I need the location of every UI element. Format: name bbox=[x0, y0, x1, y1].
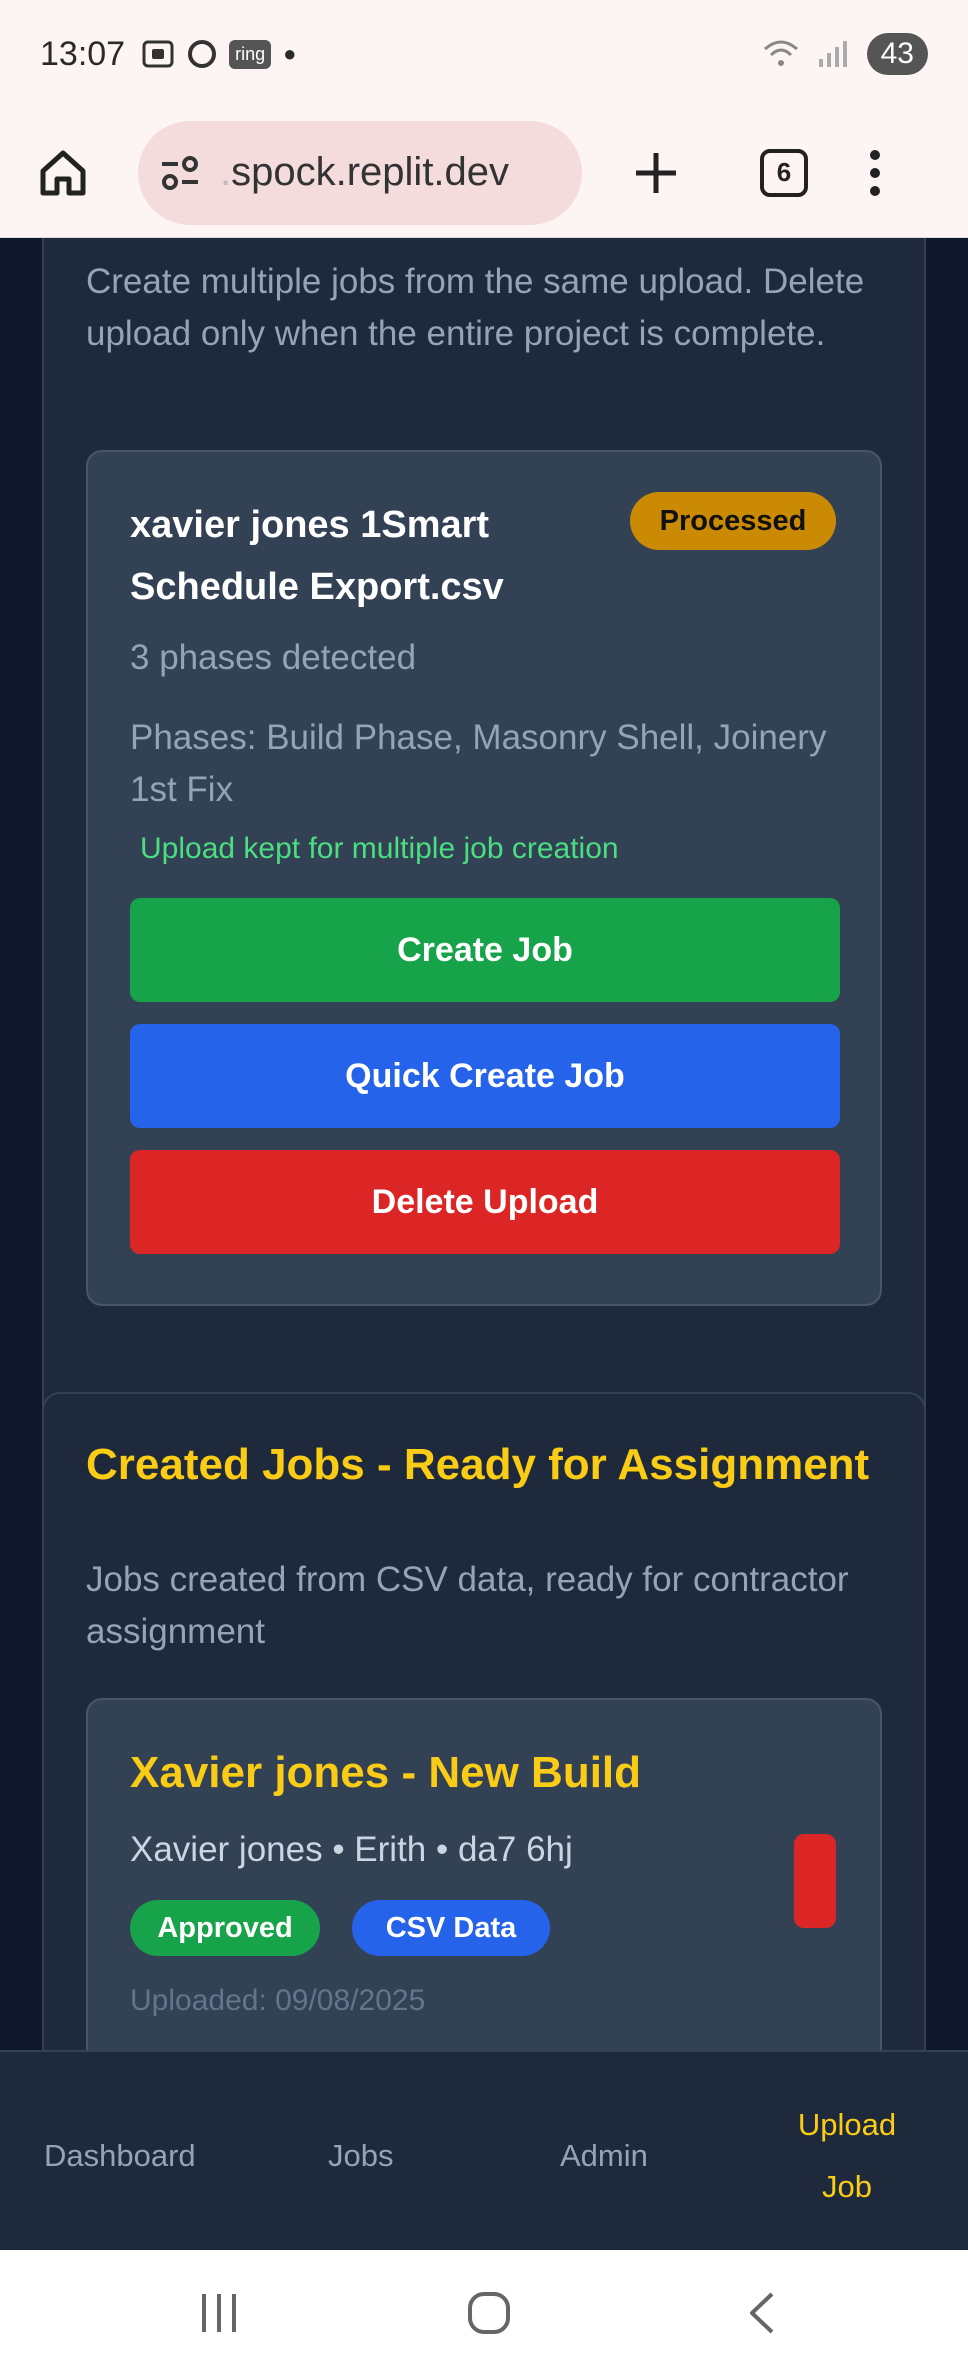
upload-kept-note: Upload kept for multiple job creation bbox=[140, 832, 619, 865]
approved-badge: Approved bbox=[130, 1900, 320, 1956]
browser-home-button[interactable] bbox=[28, 138, 98, 208]
phases-count: 3 phases detected bbox=[130, 638, 417, 677]
url-prefix: . bbox=[220, 150, 232, 194]
github-icon bbox=[187, 39, 217, 69]
delete-upload-button[interactable]: Delete Upload bbox=[130, 1150, 840, 1254]
address-bar[interactable]: .spock.replit.dev bbox=[138, 120, 582, 225]
app-bottom-nav: Dashboard Jobs Admin Upload Job bbox=[0, 2050, 968, 2250]
plus-icon bbox=[636, 152, 676, 193]
uploads-section: Create multiple jobs from the same uploa… bbox=[42, 238, 926, 1588]
upload-file-name: xavier jones 1Smart Schedule Export.csv bbox=[130, 504, 504, 608]
home-icon bbox=[40, 150, 86, 195]
job-delete-button[interactable] bbox=[794, 1834, 836, 1928]
wifi-icon bbox=[761, 37, 801, 71]
quick-create-job-button[interactable]: Quick Create Job bbox=[130, 1024, 840, 1128]
url-text[interactable]: .spock.replit.dev bbox=[220, 150, 509, 195]
phases-list: Phases: Build Phase, Masonry Shell, Join… bbox=[130, 718, 827, 809]
section-title: Created Jobs - Ready for Assignment bbox=[86, 1440, 870, 1489]
clock: 13:07 bbox=[40, 34, 126, 73]
nav-jobs[interactable]: Jobs bbox=[328, 2138, 393, 2174]
new-tab-button[interactable] bbox=[626, 143, 686, 203]
url-host: spock.replit.dev bbox=[231, 150, 510, 194]
notification-icons: ring ● bbox=[141, 39, 296, 69]
job-card[interactable]: Xavier jones - New Build Xavier jones • … bbox=[86, 1698, 882, 2050]
circle-home-icon[interactable] bbox=[466, 2290, 512, 2336]
tab-switcher-button[interactable]: 6 bbox=[760, 148, 808, 197]
create-job-button[interactable]: Create Job bbox=[130, 898, 840, 1002]
screenshot-icon bbox=[141, 39, 175, 69]
status-badge: Processed bbox=[630, 492, 836, 550]
back-chevron-icon[interactable] bbox=[740, 2290, 786, 2336]
recents-icon[interactable] bbox=[196, 2290, 242, 2336]
signal-icon bbox=[817, 39, 851, 69]
system-nav-bar bbox=[0, 2250, 968, 2376]
status-right: 43 bbox=[761, 33, 928, 75]
uploaded-date: Uploaded: 09/08/2025 bbox=[130, 1984, 426, 2017]
battery-indicator: 43 bbox=[866, 33, 928, 75]
job-title[interactable]: Xavier jones - New Build bbox=[130, 1748, 641, 1798]
csv-data-badge: CSV Data bbox=[352, 1900, 550, 1956]
upload-card: xavier jones 1Smart Schedule Export.csv … bbox=[86, 450, 882, 1306]
tune-icon[interactable] bbox=[158, 155, 202, 191]
uploads-description: Create multiple jobs from the same uploa… bbox=[86, 262, 865, 353]
job-meta: Xavier jones • Erith • da7 6hj bbox=[130, 1830, 573, 1869]
nav-admin[interactable]: Admin bbox=[560, 2138, 648, 2174]
browser-toolbar: .spock.replit.dev 6 bbox=[0, 108, 968, 238]
status-left: 13:07 ring ● bbox=[40, 35, 296, 74]
ring-app-icon: ring bbox=[229, 39, 272, 69]
more-notifications-dot: ● bbox=[283, 41, 297, 66]
nav-upload-job[interactable]: Upload Job bbox=[790, 2094, 904, 2218]
main-content[interactable]: Create multiple jobs from the same uploa… bbox=[0, 238, 968, 2050]
more-vert-icon[interactable] bbox=[870, 149, 880, 196]
nav-dashboard[interactable]: Dashboard bbox=[44, 2138, 196, 2174]
jobs-description: Jobs created from CSV data, ready for co… bbox=[86, 1560, 849, 1651]
status-bar: 13:07 ring ● 43 bbox=[0, 0, 968, 108]
created-jobs-section: Created Jobs - Ready for Assignment Jobs… bbox=[42, 1392, 926, 2050]
